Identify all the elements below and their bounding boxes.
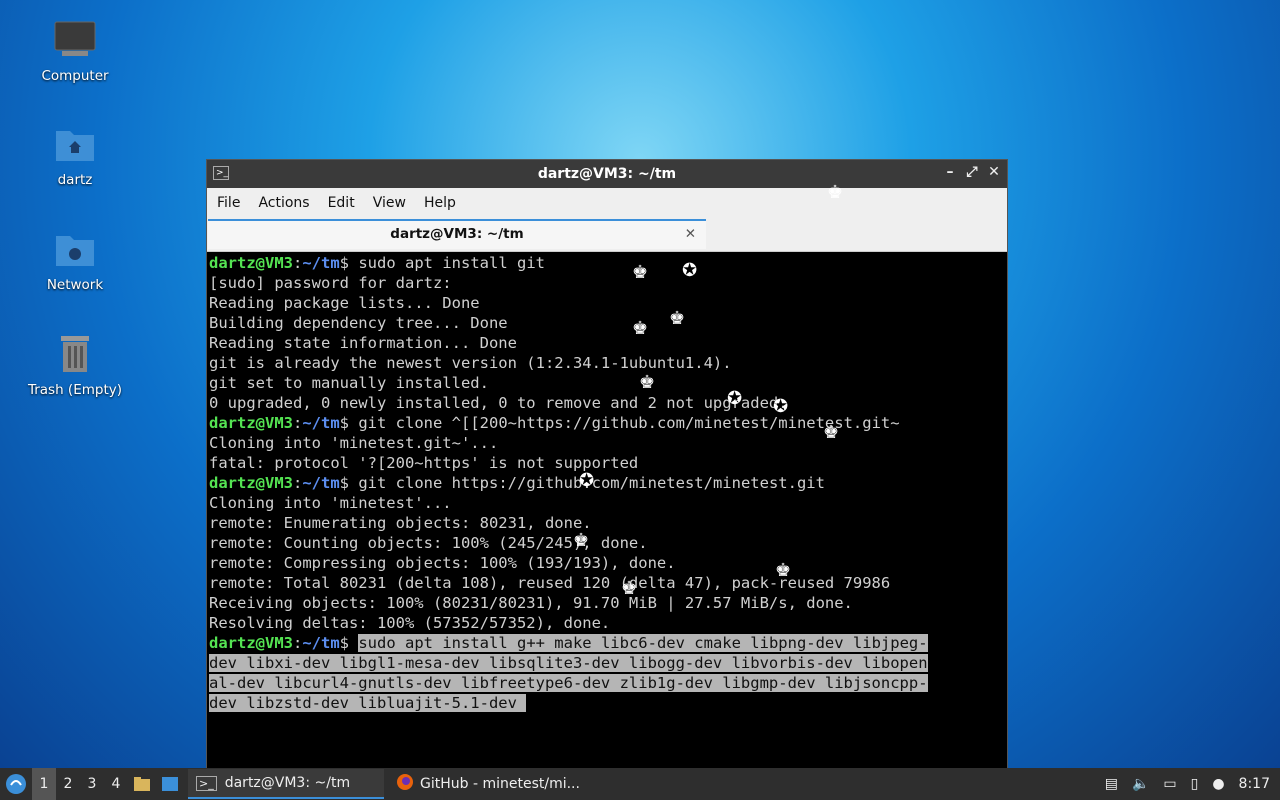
output-line: Reading state information... Done — [209, 334, 517, 352]
desktop-icon-label: Computer — [41, 68, 109, 84]
selected-command-line: al-dev libcurl4-gnutls-dev libfreetype6-… — [209, 674, 928, 692]
volume-icon[interactable]: 🔈 — [1132, 776, 1149, 792]
desktop-icon-label: dartz — [57, 172, 93, 188]
output-line: git is already the newest version (1:2.3… — [209, 354, 732, 372]
clock[interactable]: 8:17 — [1239, 776, 1270, 792]
output-line: 0 upgraded, 0 newly installed, 0 to remo… — [209, 394, 788, 412]
close-icon[interactable]: ✕ — [987, 164, 1001, 180]
command-line: dartz@VM3:~/tm$ git clone ^[[200~https:/… — [209, 414, 900, 432]
output-line: Cloning into 'minetest'... — [209, 494, 452, 512]
menu-view[interactable]: View — [367, 195, 412, 211]
desktop-icon-trash[interactable]: Trash (Empty) — [22, 332, 128, 398]
desktop-icon-computer[interactable]: Computer — [22, 18, 128, 84]
network-icon[interactable]: ▭ — [1163, 776, 1176, 792]
output-line: Receiving objects: 100% (80231/80231), 9… — [209, 594, 853, 612]
workspace-4[interactable]: 4 — [104, 768, 128, 800]
sprite-icon: ♚ — [823, 422, 840, 443]
output-line: remote: Enumerating objects: 80231, done… — [209, 514, 592, 532]
selected-command-line: dev libxi-dev libgl1-mesa-dev libsqlite3… — [209, 654, 928, 672]
window-title: dartz@VM3: ~/tm — [537, 166, 677, 182]
workspace-1[interactable]: 1 — [32, 768, 56, 800]
updates-icon[interactable]: ● — [1212, 776, 1224, 792]
terminal-window: >_ dartz@VM3: ~/tm – ⤢ ✕ File Actions Ed… — [207, 160, 1007, 770]
show-desktop-icon[interactable] — [156, 768, 184, 800]
sprite-icon: ♚ — [827, 182, 844, 203]
prompt-user: dartz@VM3 — [209, 414, 293, 432]
workspace-3[interactable]: 3 — [80, 768, 104, 800]
prompt-user: dartz@VM3 — [209, 634, 293, 652]
task-label: dartz@VM3: ~/tm — [224, 775, 351, 791]
sprite-icon: ♚ — [621, 578, 638, 599]
notes-icon[interactable]: ▯ — [1191, 776, 1199, 792]
prompt-path: ~/tm — [302, 414, 340, 432]
sprite-icon: ♚ — [632, 262, 649, 283]
prompt-path: ~/tm — [302, 254, 340, 272]
output-line: remote: Counting objects: 100% (245/245)… — [209, 534, 648, 552]
clipboard-icon[interactable]: ▤ — [1105, 776, 1118, 792]
desktop-icon-label: Network — [46, 277, 104, 293]
terminal-icon: >_ — [213, 166, 229, 180]
computer-icon — [53, 18, 97, 62]
tab-bar: dartz@VM3: ~/tm ✕ — [207, 218, 1007, 252]
home-folder-icon — [53, 122, 97, 166]
workspace-2[interactable]: 2 — [56, 768, 80, 800]
task-terminal[interactable]: >_ dartz@VM3: ~/tm — [188, 769, 384, 799]
prompt-user: dartz@VM3 — [209, 254, 293, 272]
menu-file[interactable]: File — [211, 195, 246, 211]
output-line: [sudo] password for dartz: — [209, 274, 452, 292]
tab-close-icon[interactable]: ✕ — [685, 221, 696, 248]
tab-label: dartz@VM3: ~/tm — [390, 226, 524, 242]
maximize-icon[interactable]: ⤢ — [965, 164, 979, 180]
start-menu-icon[interactable] — [0, 768, 32, 800]
prompt-path: ~/tm — [302, 634, 340, 652]
sprite-icon: ♚ — [669, 308, 686, 329]
sprite-icon: ✪ — [727, 388, 743, 409]
command-line: dartz@VM3:~/tm$ git clone https://github… — [209, 474, 825, 492]
terminal-icon: >_ — [196, 775, 217, 791]
task-label: GitHub - minetest/mi... — [420, 776, 580, 792]
desktop-icon-home[interactable]: dartz — [22, 122, 128, 188]
taskbar: 1 2 3 4 >_ dartz@VM3: ~/tm GitHub - mine… — [0, 768, 1280, 800]
sprite-icon: ♚ — [632, 318, 649, 339]
sprite-icon: ✪ — [773, 396, 789, 417]
window-titlebar[interactable]: >_ dartz@VM3: ~/tm – ⤢ ✕ — [207, 160, 1007, 188]
firefox-icon — [396, 773, 414, 795]
output-line: remote: Compressing objects: 100% (193/1… — [209, 554, 676, 572]
network-folder-icon — [53, 227, 97, 271]
output-line: Resolving deltas: 100% (57352/57352), do… — [209, 614, 611, 632]
sprite-icon: ♚ — [573, 530, 590, 551]
selected-command-line: dartz@VM3:~/tm$ sudo apt install g++ mak… — [209, 634, 928, 652]
desktop-icon-label: Trash (Empty) — [27, 382, 123, 398]
prompt-path: ~/tm — [302, 474, 340, 492]
output-line: fatal: protocol '?[200~https' is not sup… — [209, 454, 639, 472]
command-line: dartz@VM3:~/tm$ sudo apt install git — [209, 254, 545, 272]
output-line: Building dependency tree... Done — [209, 314, 508, 332]
output-line: git set to manually installed. — [209, 374, 489, 392]
output-line: Cloning into 'minetest.git~'... — [209, 434, 499, 452]
trash-icon — [53, 332, 97, 376]
desktop-icon-network[interactable]: Network — [22, 227, 128, 293]
sprite-icon: ♚ — [639, 372, 656, 393]
prompt-user: dartz@VM3 — [209, 474, 293, 492]
minimize-icon[interactable]: – — [943, 164, 957, 180]
menu-actions[interactable]: Actions — [252, 195, 315, 211]
task-firefox[interactable]: GitHub - minetest/mi... — [388, 769, 588, 799]
file-manager-icon[interactable] — [128, 768, 156, 800]
sprite-icon: ✪ — [682, 260, 698, 281]
menubar: File Actions Edit View Help — [207, 188, 1007, 218]
tab-terminal[interactable]: dartz@VM3: ~/tm ✕ — [208, 219, 706, 249]
output-line: remote: Total 80231 (delta 108), reused … — [209, 574, 891, 592]
output-line: Reading package lists... Done — [209, 294, 480, 312]
sprite-icon: ♚ — [775, 560, 792, 581]
terminal-output[interactable]: dartz@VM3:~/tm$ sudo apt install git [sud… — [209, 253, 1007, 770]
menu-help[interactable]: Help — [418, 195, 462, 211]
selected-command-line: dev libzstd-dev libluajit-5.1-dev — [209, 694, 527, 712]
sprite-icon: ✪ — [579, 470, 595, 491]
system-tray: ▤ 🔈 ▭ ▯ ● 8:17 — [1105, 768, 1270, 800]
menu-edit[interactable]: Edit — [322, 195, 361, 211]
